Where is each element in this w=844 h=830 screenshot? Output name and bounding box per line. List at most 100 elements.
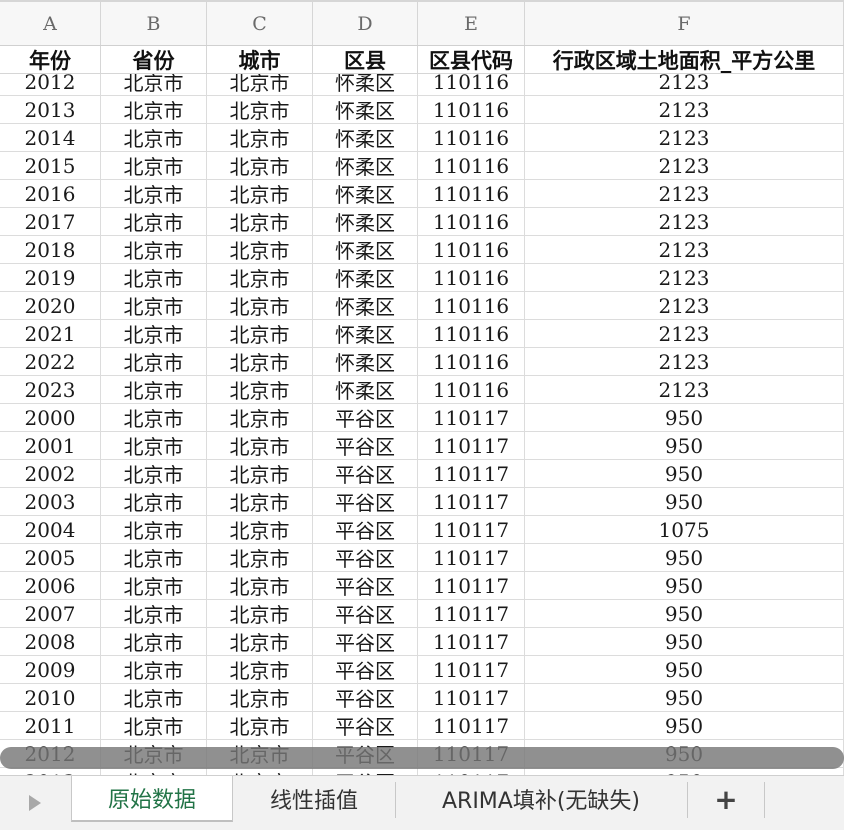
cell-province[interactable]: 北京市: [101, 712, 207, 739]
cell-province[interactable]: 北京市: [101, 572, 207, 599]
tab-linear-interpolation[interactable]: 线性插值: [233, 776, 395, 822]
cell-city[interactable]: 北京市: [207, 152, 313, 179]
cell-land-area[interactable]: 2123: [525, 208, 844, 235]
cell-district[interactable]: 怀柔区: [313, 292, 418, 319]
cell-city[interactable]: 北京市: [207, 572, 313, 599]
cell-district[interactable]: 怀柔区: [313, 376, 418, 403]
cell-district[interactable]: 平谷区: [313, 460, 418, 487]
cell-year[interactable]: 2010: [0, 684, 101, 711]
cell-land-area[interactable]: 950: [525, 768, 844, 775]
cell-province[interactable]: 北京市: [101, 292, 207, 319]
cell-year[interactable]: 2015: [0, 152, 101, 179]
cell-year[interactable]: 2014: [0, 124, 101, 151]
cell-district-code[interactable]: 110117: [418, 768, 525, 775]
tab-arima-fill[interactable]: ARIMA填补(无缺失): [396, 776, 686, 822]
cell-district-code[interactable]: 110116: [418, 96, 525, 123]
cell-city[interactable]: 北京市: [207, 292, 313, 319]
column-letter-c[interactable]: C: [207, 2, 313, 45]
cell-city[interactable]: 北京市: [207, 96, 313, 123]
cell-city[interactable]: 北京市: [207, 768, 313, 775]
cell-city[interactable]: 北京市: [207, 544, 313, 571]
cell-province[interactable]: 北京市: [101, 236, 207, 263]
cell-district[interactable]: 平谷区: [313, 656, 418, 683]
plus-icon[interactable]: +: [688, 776, 764, 822]
cell-year[interactable]: 2016: [0, 180, 101, 207]
column-letter-f[interactable]: F: [525, 2, 844, 45]
cell-district-code[interactable]: 110116: [418, 376, 525, 403]
cell-district-code[interactable]: 110116: [418, 208, 525, 235]
horizontal-scrollbar[interactable]: [0, 747, 844, 769]
column-letter-d[interactable]: D: [313, 2, 418, 45]
cell-district[interactable]: 怀柔区: [313, 208, 418, 235]
header-cell-province[interactable]: 省份: [101, 46, 207, 73]
cell-province[interactable]: 北京市: [101, 376, 207, 403]
cell-district-code[interactable]: 110116: [418, 348, 525, 375]
cell-land-area[interactable]: 2123: [525, 292, 844, 319]
cell-city[interactable]: 北京市: [207, 180, 313, 207]
cell-province[interactable]: 北京市: [101, 432, 207, 459]
cell-year[interactable]: 2001: [0, 432, 101, 459]
cell-land-area[interactable]: 950: [525, 684, 844, 711]
cell-year[interactable]: 2009: [0, 656, 101, 683]
cell-year[interactable]: 2023: [0, 376, 101, 403]
triangle-right-icon[interactable]: [0, 776, 70, 830]
cell-district[interactable]: 平谷区: [313, 488, 418, 515]
cell-district-code[interactable]: 110117: [418, 516, 525, 543]
cell-district-code[interactable]: 110117: [418, 460, 525, 487]
cell-land-area[interactable]: 950: [525, 628, 844, 655]
cell-province[interactable]: 北京市: [101, 628, 207, 655]
spreadsheet-grid[interactable]: A B C D E F 2012 北京市 北京市 怀柔区 110116 2123 2013 北…: [0, 0, 844, 775]
cell-year[interactable]: 2013: [0, 768, 101, 775]
cell-year[interactable]: 2018: [0, 236, 101, 263]
cell-land-area[interactable]: 2123: [525, 180, 844, 207]
cell-city[interactable]: 北京市: [207, 600, 313, 627]
cell-district-code[interactable]: 110116: [418, 180, 525, 207]
cell-year[interactable]: 2013: [0, 96, 101, 123]
cell-year[interactable]: 2006: [0, 572, 101, 599]
cell-district-code[interactable]: 110117: [418, 712, 525, 739]
cell-city[interactable]: 北京市: [207, 712, 313, 739]
cell-land-area[interactable]: 2123: [525, 264, 844, 291]
cell-city[interactable]: 北京市: [207, 348, 313, 375]
cell-land-area[interactable]: 950: [525, 460, 844, 487]
cell-district-code[interactable]: 110116: [418, 236, 525, 263]
cell-province[interactable]: 北京市: [101, 264, 207, 291]
cell-land-area[interactable]: 950: [525, 656, 844, 683]
cell-district[interactable]: 怀柔区: [313, 236, 418, 263]
column-letter-e[interactable]: E: [418, 2, 525, 45]
cell-district[interactable]: 怀柔区: [313, 152, 418, 179]
cell-year[interactable]: 2007: [0, 600, 101, 627]
header-cell-district[interactable]: 区县: [313, 46, 418, 73]
cell-district[interactable]: 怀柔区: [313, 124, 418, 151]
cell-land-area[interactable]: 950: [525, 572, 844, 599]
cell-land-area[interactable]: 2123: [525, 96, 844, 123]
header-cell-district-code[interactable]: 区县代码: [418, 46, 525, 73]
cell-district[interactable]: 怀柔区: [313, 264, 418, 291]
cell-district[interactable]: 平谷区: [313, 712, 418, 739]
cell-district[interactable]: 怀柔区: [313, 180, 418, 207]
header-cell-land-area[interactable]: 行政区域土地面积_平方公里: [525, 46, 844, 73]
cell-city[interactable]: 北京市: [207, 376, 313, 403]
cell-city[interactable]: 北京市: [207, 264, 313, 291]
column-letter-a[interactable]: A: [0, 2, 101, 45]
cell-city[interactable]: 北京市: [207, 656, 313, 683]
cell-province[interactable]: 北京市: [101, 180, 207, 207]
cell-year[interactable]: 2000: [0, 404, 101, 431]
cell-district[interactable]: 怀柔区: [313, 96, 418, 123]
cell-land-area[interactable]: 950: [525, 488, 844, 515]
cell-district-code[interactable]: 110117: [418, 600, 525, 627]
cell-year[interactable]: 2008: [0, 628, 101, 655]
cell-province[interactable]: 北京市: [101, 656, 207, 683]
cell-city[interactable]: 北京市: [207, 124, 313, 151]
cell-city[interactable]: 北京市: [207, 488, 313, 515]
cell-city[interactable]: 北京市: [207, 516, 313, 543]
cell-year[interactable]: 2017: [0, 208, 101, 235]
cell-province[interactable]: 北京市: [101, 544, 207, 571]
cell-district-code[interactable]: 110117: [418, 684, 525, 711]
cell-land-area[interactable]: 950: [525, 404, 844, 431]
cell-province[interactable]: 北京市: [101, 96, 207, 123]
cell-district-code[interactable]: 110116: [418, 320, 525, 347]
cell-land-area[interactable]: 2123: [525, 124, 844, 151]
cell-year[interactable]: 2005: [0, 544, 101, 571]
cell-district-code[interactable]: 110117: [418, 628, 525, 655]
